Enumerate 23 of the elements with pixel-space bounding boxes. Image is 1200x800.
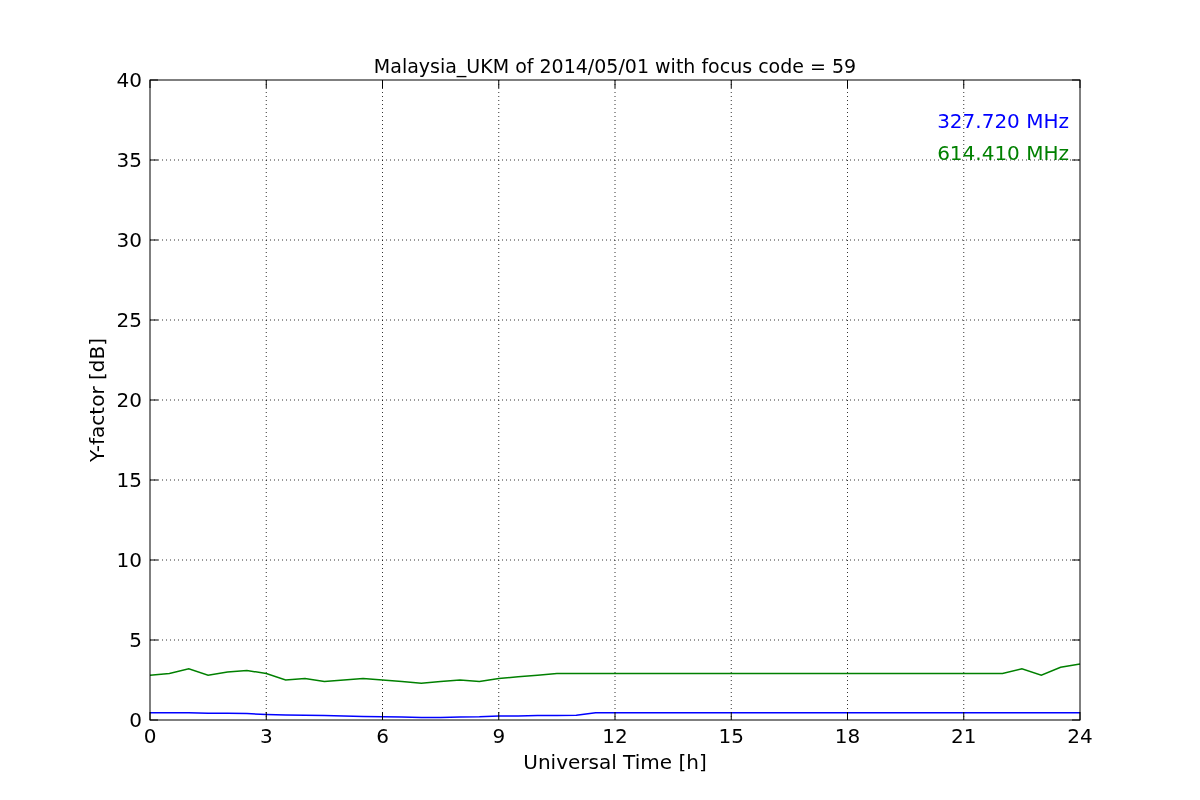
tick-label: 0 — [143, 724, 157, 748]
tick-label: 25 — [116, 308, 142, 332]
tick-label: 6 — [376, 724, 389, 748]
tick-label: 10 — [116, 548, 142, 572]
tick-label: 40 — [116, 68, 142, 92]
tick-label: 0 — [129, 708, 142, 732]
legend-label: 327.720 MHz — [937, 109, 1069, 133]
tick-label: 9 — [492, 724, 506, 748]
tick-label: 3 — [259, 724, 273, 748]
tick-label: 15 — [718, 724, 744, 748]
chart-title: Malaysia_UKM of 2014/05/01 with focus code = 59 — [373, 55, 857, 77]
legend-label: 614.410 MHz — [937, 141, 1069, 165]
tick-label: 12 — [602, 724, 628, 748]
tick-label: 30 — [116, 228, 142, 252]
tick-label: 24 — [1067, 724, 1093, 748]
tick-label: 5 — [129, 628, 142, 652]
tick-label: 18 — [834, 724, 861, 748]
axis-label: Y-factor [dB] — [85, 338, 109, 462]
tick-label: 15 — [116, 468, 142, 492]
tick-label: 21 — [951, 724, 977, 748]
tick-label: 20 — [116, 388, 142, 412]
axis-label: Universal Time [h] — [523, 750, 707, 774]
tick-label: 35 — [116, 148, 142, 172]
